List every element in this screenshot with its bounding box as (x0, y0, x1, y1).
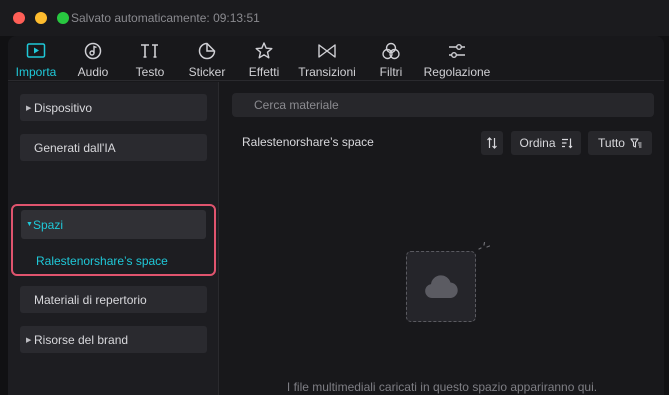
title-bar: Salvato automaticamente: 09:13:51 (0, 0, 669, 36)
caret-right-icon: ▶ (26, 104, 32, 112)
category-toolbar: Importa Audio Testo Sticker Effetti Tran… (8, 36, 664, 81)
main-content: Ralestenorshare’s space Ordina Tutto I f… (220, 82, 664, 395)
tab-effetti[interactable]: Effetti (245, 39, 283, 79)
transitions-icon (318, 44, 336, 58)
sidebar-item-spazi[interactable]: ▼ Spazi (21, 210, 206, 239)
maximize-window-button[interactable] (57, 12, 69, 24)
tab-testo[interactable]: Testo (131, 39, 169, 79)
sidebar-item-generati-ia[interactable]: Generati dall'IA (20, 134, 207, 161)
tab-sticker[interactable]: Sticker (186, 39, 228, 79)
import-icon (26, 43, 46, 58)
tab-transizioni[interactable]: Transizioni (296, 39, 358, 79)
empty-state-message: I file multimediali caricati in questo s… (286, 380, 598, 394)
tab-audio[interactable]: Audio (74, 39, 112, 79)
sparkle-icon (478, 242, 490, 250)
text-icon (141, 44, 158, 58)
caret-right-icon: ▶ (26, 336, 32, 344)
sort-arrows-icon (487, 137, 497, 149)
sort-list-icon (561, 138, 572, 149)
search-input[interactable] (232, 93, 654, 117)
sidebar: ▶ Dispositivo Generati dall'IA ▼ Spazi R… (8, 82, 219, 395)
sidebar-item-risorse-brand[interactable]: ▶ Risorse del brand (20, 326, 207, 353)
filters-icon (382, 42, 400, 60)
sidebar-item-materiali-repertorio[interactable]: Materiali di repertorio (20, 286, 207, 313)
tab-importa[interactable]: Importa (14, 39, 58, 79)
tab-regolazione[interactable]: Regolazione (422, 39, 492, 79)
sidebar-subitem-space[interactable]: Ralestenorshare’s space (36, 254, 168, 268)
upload-drop-area[interactable] (406, 251, 476, 322)
sidebar-item-dispositivo[interactable]: ▶ Dispositivo (20, 94, 207, 121)
effects-icon (255, 42, 273, 59)
sort-direction-button[interactable] (481, 131, 503, 155)
current-space-label: Ralestenorshare’s space (242, 135, 374, 149)
close-window-button[interactable] (13, 12, 25, 24)
caret-down-icon: ▼ (26, 221, 33, 228)
ordina-button[interactable]: Ordina (511, 131, 581, 155)
spazi-highlight: ▼ Spazi Ralestenorshare’s space (11, 204, 216, 276)
minimize-window-button[interactable] (35, 12, 47, 24)
sticker-icon (198, 42, 216, 60)
filter-icon (630, 138, 642, 148)
tab-filtri[interactable]: Filtri (374, 39, 408, 79)
media-panel: Importa Audio Testo Sticker Effetti Tran… (8, 36, 664, 395)
adjust-icon (449, 44, 465, 58)
cloud-icon (425, 274, 458, 298)
audio-icon (84, 42, 102, 60)
tutto-filter-button[interactable]: Tutto (588, 131, 652, 155)
autosave-status: Salvato automaticamente: 09:13:51 (71, 11, 260, 25)
